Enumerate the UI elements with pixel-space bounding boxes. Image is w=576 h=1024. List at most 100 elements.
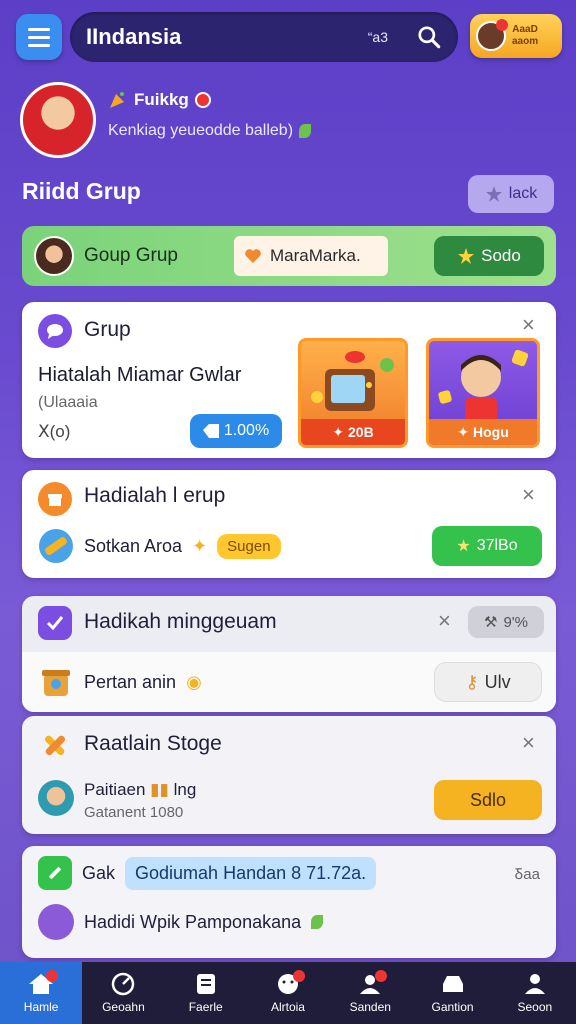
weekly-card: Hadikah minggeuam × ⚒ 9'% Pertan anin ◉ …: [22, 596, 556, 712]
stage-button[interactable]: Sdlo: [434, 780, 542, 820]
bottom-nav: Hamle Geoahn Faerle Alrtoia Sanden Ganti…: [0, 962, 576, 1024]
group-row[interactable]: Goup Grup MaraMarka. Sodo: [22, 226, 556, 286]
stage-button-label: Sdlo: [469, 789, 507, 810]
card-row: Hadidi Wpik Pamponakana: [38, 904, 324, 940]
search-bar[interactable]: IIndansia “a3: [70, 12, 458, 62]
notification-badge: [496, 19, 508, 31]
card-meta: ꓫ(o): [38, 422, 71, 441]
section-title: Riidd Grup: [22, 178, 141, 204]
reward-button[interactable]: ★ 37lBo: [432, 526, 542, 566]
wallet-button[interactable]: AaaD aaom: [470, 14, 562, 58]
card-row: Gak Godiumah Handan 8 71.72a.: [38, 856, 377, 890]
card-row-text: Paitiaen: [84, 780, 146, 799]
avatar[interactable]: [20, 82, 96, 158]
nav-item-home[interactable]: Hamle: [0, 962, 83, 1024]
star-icon: ✦: [457, 423, 469, 440]
close-icon[interactable]: ×: [438, 608, 451, 634]
card-row-text: Hadidi Wpik Pamponakana: [84, 911, 302, 932]
hands-icon: ✦: [192, 535, 208, 556]
prize-label: ✦ 20B: [301, 419, 405, 445]
card-row: Paitiaen ▮▮ lng: [84, 780, 196, 800]
chat-icon: [38, 314, 72, 348]
prize-card[interactable]: ✦ Hogu: [426, 338, 540, 448]
claim-button[interactable]: ⚷ Ulv: [434, 662, 542, 702]
event-card: Gak Godiumah Handan 8 71.72a. Ᵹaa Hadidi…: [22, 846, 556, 958]
close-icon[interactable]: ×: [522, 482, 535, 508]
checkmark-icon: [38, 606, 72, 640]
top-bar: IIndansia “a3 AaaD aaom: [0, 0, 576, 76]
card-title: Raatlain Stoge: [84, 732, 222, 755]
wallet-avatar: [476, 19, 508, 51]
card-meta: Gatanent 1080: [84, 804, 184, 821]
profile-name-row: Fuikkg: [108, 90, 211, 110]
group-name: Goup Grup: [84, 245, 178, 266]
app-title: IIndansia: [86, 24, 182, 49]
star-icon: ★: [456, 538, 471, 555]
coin-stack-icon: ▮▮: [150, 780, 169, 799]
card-title: Grup: [84, 318, 131, 341]
heart-icon: [245, 249, 261, 263]
profile-header: Fuikkg Kenkiag yeueodde balleb): [20, 82, 560, 162]
prize-value: Hogu: [472, 424, 509, 440]
section-link-label: lack: [508, 185, 538, 202]
character-prize-icon: [438, 349, 529, 425]
edit-icon: [38, 856, 72, 890]
prize-label: ✦ Hogu: [429, 419, 537, 445]
nav-label: Geoahn: [102, 1000, 145, 1014]
nav-item-inbox[interactable]: Gantion: [411, 962, 493, 1024]
highlight-text[interactable]: Godiumah Handan 8 71.72a.: [125, 856, 377, 890]
gauge-icon: [112, 972, 135, 996]
nav-label: Sanden: [349, 1000, 391, 1014]
nav-item-send[interactable]: Sanden: [329, 962, 411, 1024]
percent-badge[interactable]: 1.00%: [190, 414, 282, 448]
avatar: [38, 780, 74, 816]
notification-badge: [46, 970, 59, 982]
card-subtitle: Hiatalah Miamar Gwlar: [38, 364, 242, 386]
gift-icon: [38, 482, 72, 516]
reward-card: Hadialah l erup × Sotkan Aroa ✦ Sugen ★ …: [22, 470, 556, 578]
nav-item-profile[interactable]: Seoon: [494, 962, 576, 1024]
nav-label: Gantion: [431, 1000, 474, 1014]
party-icon: [110, 92, 124, 108]
card-row-suffix: lng: [173, 780, 197, 799]
tag-icon: [202, 424, 219, 438]
nav-label: Hamle: [23, 1000, 59, 1014]
prize-value: 20B: [348, 424, 374, 440]
wallet-text: AaaD aaom: [512, 24, 538, 48]
coin-icon: ◉: [186, 671, 202, 692]
prize-card[interactable]: ✦ 20B: [298, 338, 408, 448]
inbox-icon: [442, 976, 463, 992]
user-icon: [524, 974, 545, 994]
profile-name: Fuikkg: [134, 90, 189, 109]
progress-label: 9'%: [503, 613, 528, 631]
menu-button[interactable]: [16, 14, 62, 60]
profile-subtitle-row: Kenkiag yeueodde balleb): [108, 122, 312, 140]
close-icon[interactable]: ×: [522, 312, 535, 338]
card-row-text: Sotkan Aroa: [84, 535, 183, 556]
menu-icon-line: [28, 43, 50, 47]
wrench-icon: ⚒: [484, 614, 498, 631]
group-action-button[interactable]: Sodo: [434, 236, 544, 276]
wallet-text-line: aaom: [512, 36, 539, 47]
progress-pill[interactable]: ⚒ 9'%: [468, 606, 544, 638]
group-action-label: Sodo: [481, 246, 521, 265]
close-icon[interactable]: ×: [522, 730, 535, 756]
group-pill-label: MaraMarka.: [270, 246, 361, 265]
section-link-button[interactable]: lack: [468, 175, 554, 213]
search-icon[interactable]: [416, 24, 442, 50]
nav-label: Seoon: [517, 1000, 553, 1014]
nav-item-games[interactable]: Geoahn: [82, 962, 164, 1024]
card-row-panel: Pertan anin ◉ ⚷ Ulv: [22, 652, 556, 712]
star-icon: [485, 186, 502, 202]
leaf-icon: [311, 915, 324, 929]
notification-badge: [292, 970, 305, 982]
star-icon: [458, 248, 475, 264]
wallet-text-line: AaaD: [512, 24, 538, 35]
star-icon: ✦: [332, 423, 345, 440]
group-pill[interactable]: MaraMarka.: [234, 236, 388, 276]
nav-item-list[interactable]: Faerle: [165, 962, 247, 1024]
avatar: [38, 904, 74, 940]
tv-prize-icon: [311, 351, 394, 411]
leaf-icon: [299, 124, 312, 138]
nav-item-friends[interactable]: Alrtoia: [247, 962, 329, 1024]
